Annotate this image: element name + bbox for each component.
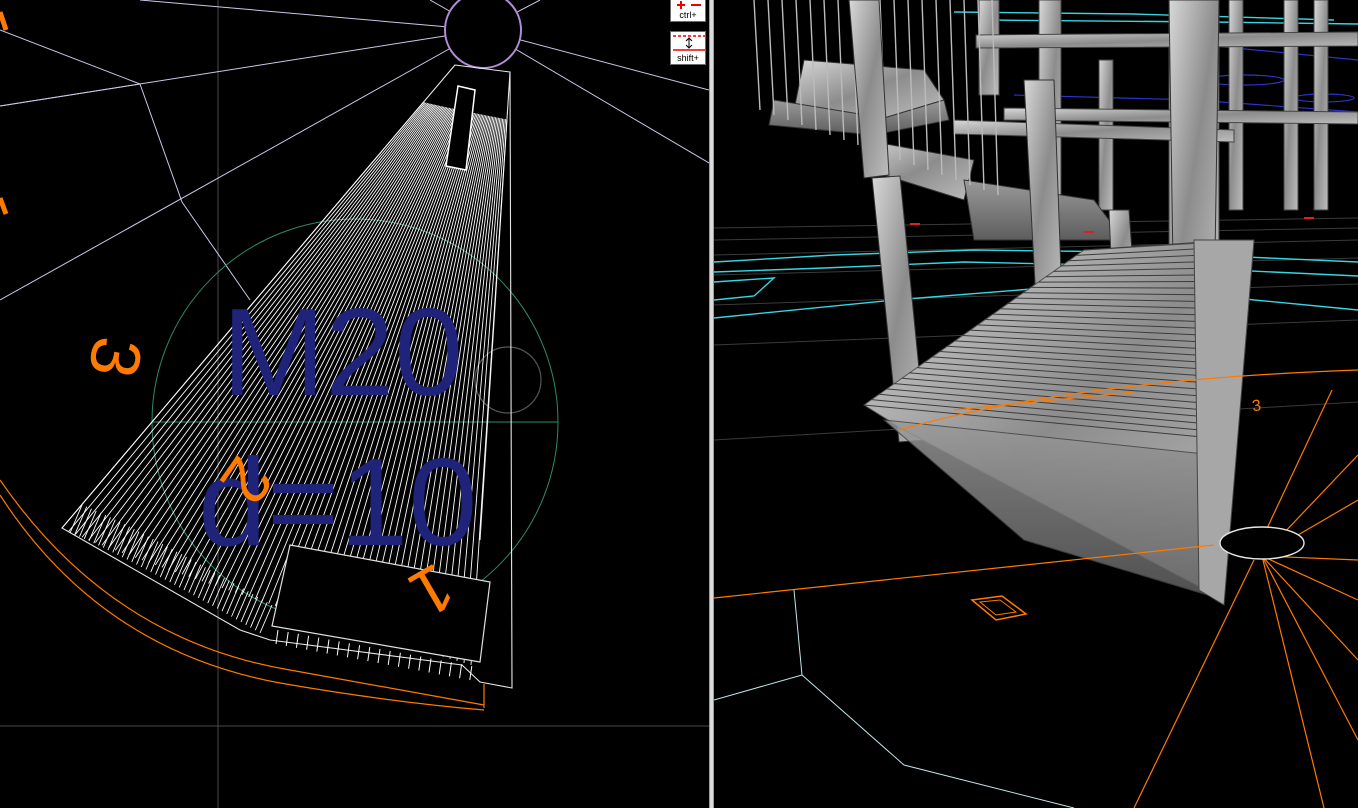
3d-step-number: 3: [1251, 397, 1262, 415]
shift-mode-button[interactable]: shift+: [670, 31, 706, 65]
plan-drawing-canvas[interactable]: M20 d=10 3 2 1: [0, 0, 709, 808]
step-number-3: 3: [74, 331, 158, 383]
area-label-name: M20: [222, 284, 463, 422]
main-stair-flight[interactable]: [863, 239, 1255, 606]
small-circle: [474, 346, 542, 414]
ctrl-label: ctrl+: [679, 10, 697, 20]
ctrl-mode-button[interactable]: ctrl+: [670, 0, 706, 22]
3d-render-canvas[interactable]: 3: [714, 0, 1358, 808]
partial-number-mark: [0, 197, 9, 215]
column-base-ellipse[interactable]: [1219, 526, 1305, 560]
ground-guide-lines: [714, 589, 1075, 808]
plan-viewport[interactable]: M20 d=10 3 2 1 ctrl+ shift+: [0, 0, 709, 808]
3d-viewport[interactable]: 3: [714, 0, 1358, 808]
radial-grid: [0, 0, 709, 301]
column-circle[interactable]: [444, 0, 522, 69]
shift-label: shift+: [677, 53, 699, 63]
partial-number-mark: [0, 11, 9, 31]
